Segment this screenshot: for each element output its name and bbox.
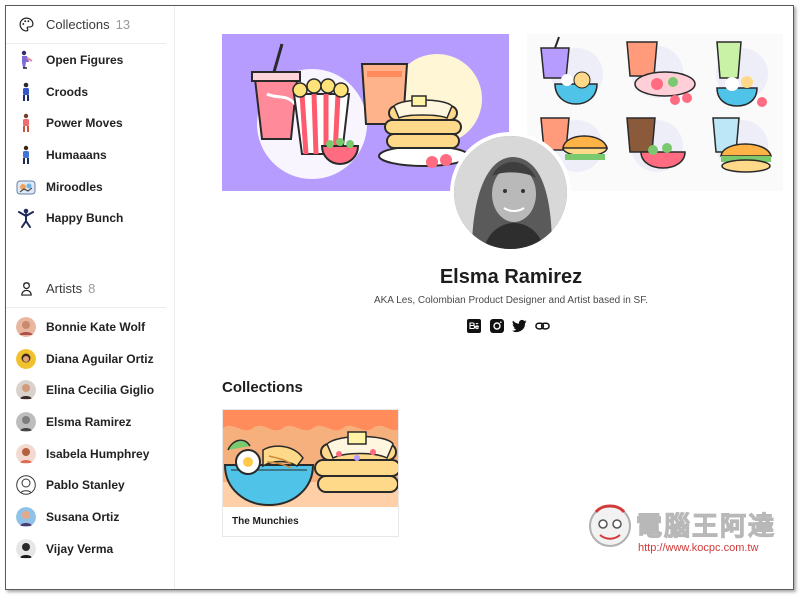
collections-count: 13	[115, 17, 131, 32]
happy-bunch-icon	[16, 208, 36, 229]
sidebar-item-label: Susana Ortiz	[46, 509, 120, 524]
avatar	[16, 380, 36, 401]
watermark-text: 電腦王阿達	[635, 512, 777, 543]
sidebar-item-label: Diana Aguilar Ortiz	[46, 351, 154, 366]
artists-header[interactable]: Artists 8	[6, 270, 166, 308]
artist-icon	[18, 281, 34, 297]
sidebar-item-label: Humaaans	[46, 147, 107, 162]
avatar	[16, 348, 36, 369]
sidebar-item-pablo-stanley[interactable]: Pablo Stanley	[6, 469, 166, 501]
sidebar-item-elina-cecilia-giglio[interactable]: Elina Cecilia Giglio	[6, 374, 166, 406]
sidebar-item-vijay-verma[interactable]: Vijay Verma	[6, 533, 166, 565]
sidebar-item-label: Vijay Verma	[46, 541, 114, 556]
avatar	[16, 506, 36, 527]
collection-card[interactable]: The Munchies	[222, 409, 399, 537]
sidebar-item-label: Open Figures	[46, 52, 124, 67]
sidebar-item-bonnie-kate-wolf[interactable]: Bonnie Kate Wolf	[6, 311, 166, 343]
sidebar-item-label: Elina Cecilia Giglio	[46, 383, 155, 398]
sidebar-item-humaaans[interactable]: Humaaans	[6, 139, 166, 171]
artists-count: 8	[88, 281, 96, 296]
sidebar-item-label: Bonnie Kate Wolf	[46, 319, 146, 334]
sidebar-item-power-moves[interactable]: Power Moves	[6, 107, 166, 139]
profile-name: Elsma Ramirez	[439, 266, 583, 288]
sidebar-item-label: Croods	[46, 84, 88, 99]
sidebar-item-elsma-ramirez[interactable]: Elsma Ramirez	[6, 406, 166, 438]
profile-photo	[450, 132, 571, 253]
sidebar-item-label: Happy Bunch	[46, 211, 124, 226]
sidebar-item-label: Isabela Humphrey	[46, 446, 150, 461]
profile-bio: AKA Les, Colombian Product Designer and …	[373, 295, 649, 306]
sidebar-item-label: Miroodles	[46, 179, 103, 194]
sidebar-item-label: Power Moves	[46, 116, 123, 131]
humaaans-icon	[16, 145, 36, 165]
app-window: Collections 13 Open Figures Croods Power…	[5, 5, 794, 590]
avatar	[16, 443, 36, 464]
artists-list: Bonnie Kate Wolf Diana Aguilar Ortiz Eli…	[6, 311, 166, 565]
sidebar-item-isabela-humphrey[interactable]: Isabela Humphrey	[6, 438, 166, 470]
behance-icon[interactable]	[466, 318, 481, 333]
croods-icon	[16, 82, 36, 102]
sidebar-item-open-figures[interactable]: Open Figures	[6, 44, 166, 76]
sidebar-item-susana-ortiz[interactable]: Susana Ortiz	[6, 501, 166, 533]
twitter-icon[interactable]	[512, 318, 527, 333]
avatar	[16, 538, 36, 559]
sidebar-item-croods[interactable]: Croods	[6, 76, 166, 108]
collection-card-title: The Munchies	[232, 516, 299, 527]
watermark-logo-icon	[589, 504, 631, 547]
collections-list: Open Figures Croods Power Moves Humaaans	[6, 44, 166, 234]
avatar	[16, 316, 36, 337]
artists-title: Artists	[46, 281, 83, 296]
sidebar-item-miroodles[interactable]: Miroodles	[6, 171, 166, 203]
collection-card-thumbnail	[223, 410, 398, 507]
sidebar-item-happy-bunch[interactable]: Happy Bunch	[6, 202, 166, 234]
palette-icon	[18, 17, 34, 33]
link-icon[interactable]	[535, 318, 550, 333]
social-links	[466, 318, 550, 333]
avatar	[16, 475, 36, 496]
main-content: Elsma Ramirez AKA Les, Colombian Product…	[176, 6, 793, 589]
miroodles-icon	[16, 177, 36, 197]
watermark: 電腦王阿達 http://www.kocpc.com.tw	[586, 500, 793, 560]
sidebar-item-label: Elsma Ramirez	[46, 414, 132, 429]
collections-section-title: Collections	[222, 379, 303, 396]
collections-header[interactable]: Collections 13	[6, 6, 166, 44]
open-figures-icon	[16, 50, 36, 70]
avatar	[16, 411, 36, 432]
sidebar-item-diana-aguilar-ortiz[interactable]: Diana Aguilar Ortiz	[6, 343, 166, 375]
power-moves-icon	[16, 113, 36, 133]
watermark-url: http://www.kocpc.com.tw	[638, 542, 759, 554]
sidebar-item-label: Pablo Stanley	[46, 478, 125, 493]
instagram-icon[interactable]	[489, 318, 504, 333]
sidebar: Collections 13 Open Figures Croods Power…	[6, 6, 175, 589]
collections-title: Collections	[46, 17, 110, 32]
